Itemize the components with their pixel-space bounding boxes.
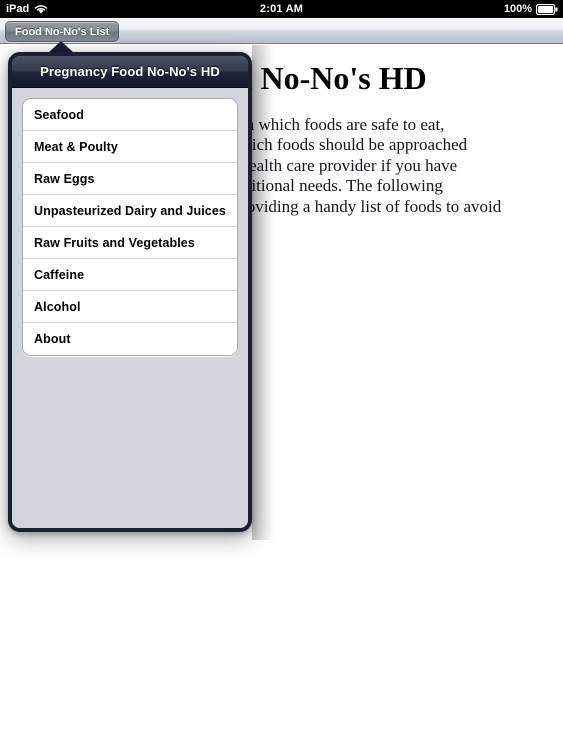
menu-item-label: Unpasteurized Dairy and Juices <box>34 203 226 218</box>
app-toolbar: Food No-No's List <box>0 18 563 44</box>
ipad-screen: Pregnancy Food No-No's HD Use this handy… <box>0 0 563 750</box>
food-no-nos-list-button-label: Food No-No's List <box>15 25 110 38</box>
menu-item-seafood[interactable]: Seafood <box>23 99 237 131</box>
menu-item-label: Meat & Poulty <box>34 139 118 154</box>
menu-item-caffeine[interactable]: Caffeine <box>23 259 237 291</box>
clock-time: 2:01 AM <box>259 3 304 15</box>
popover-title: Pregnancy Food No-No's HD <box>40 64 220 79</box>
ios-status-bar: iPad 2:01 AM 100% <box>0 0 563 18</box>
menu-item-label: Alcohol <box>34 299 81 314</box>
menu-item-about[interactable]: About <box>23 323 237 355</box>
menu-item-label: Caffeine <box>34 267 85 282</box>
popover-body: Seafood Meat & Poulty Raw Eggs Unpasteur… <box>12 88 248 528</box>
menu-item-raw-eggs[interactable]: Raw Eggs <box>23 163 237 195</box>
menu-item-alcohol[interactable]: Alcohol <box>23 291 237 323</box>
food-categories-popover: Pregnancy Food No-No's HD Seafood Meat &… <box>8 41 252 532</box>
battery-percent-label: 100% <box>503 3 532 15</box>
battery-full-icon <box>536 3 558 15</box>
menu-item-raw-fruits-and-vegetables[interactable]: Raw Fruits and Vegetables <box>23 227 237 259</box>
menu-item-meat-poultry[interactable]: Meat & Poulty <box>23 131 237 163</box>
menu-item-unpasteurized-dairy-and-juices[interactable]: Unpasteurized Dairy and Juices <box>23 195 237 227</box>
category-menu-list: Seafood Meat & Poulty Raw Eggs Unpasteur… <box>22 98 238 356</box>
menu-item-label: Raw Eggs <box>34 171 95 186</box>
menu-item-label: Seafood <box>34 107 85 122</box>
popover-frame: Pregnancy Food No-No's HD Seafood Meat &… <box>8 52 252 532</box>
food-no-nos-list-button[interactable]: Food No-No's List <box>5 21 120 42</box>
popover-navbar: Pregnancy Food No-No's HD <box>12 56 248 88</box>
status-bar-clock: 2:01 AM <box>0 0 563 18</box>
status-bar-right: 100% <box>504 0 558 18</box>
menu-item-label: About <box>34 332 71 346</box>
menu-item-label: Raw Fruits and Vegetables <box>34 235 195 250</box>
